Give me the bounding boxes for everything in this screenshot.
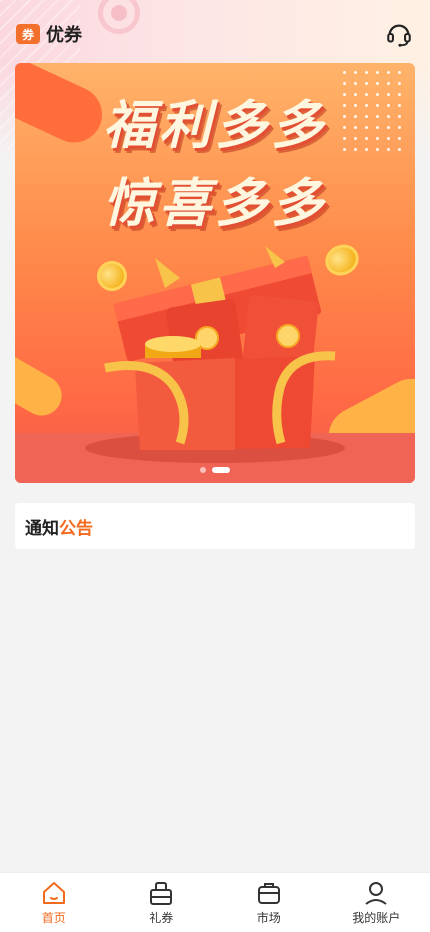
tab-coupons-label: 礼券: [149, 911, 174, 925]
user-icon: [365, 882, 387, 905]
notice-bar[interactable]: 通知 公告: [15, 503, 415, 549]
banner-pagination: [0, 467, 430, 473]
banner-headline-2: 惊喜多多: [102, 174, 327, 234]
tab-market-label: 市场: [256, 911, 281, 925]
brand: 券 优券: [16, 21, 82, 47]
promo-banner[interactable]: 福利多多 惊喜多多: [15, 63, 415, 483]
tab-account[interactable]: 我的账户: [323, 873, 430, 932]
pagination-dot-active[interactable]: [212, 467, 230, 473]
tab-account-label: 我的账户: [352, 911, 401, 925]
tab-coupons[interactable]: 礼券: [108, 873, 216, 932]
brand-logo-icon: 券: [16, 24, 40, 44]
banner-headline-1: 福利多多: [102, 96, 327, 156]
headset-icon: [387, 24, 411, 47]
gift-box-illustration: [104, 246, 336, 450]
tab-home[interactable]: 首页: [0, 873, 108, 932]
app-header: 券 优券: [0, 14, 430, 54]
pagination-dot[interactable]: [200, 467, 206, 473]
home-icon: [42, 882, 65, 904]
market-box-icon: [257, 883, 280, 904]
notice-label-1: 通知: [25, 518, 59, 539]
tab-home-label: 首页: [41, 911, 66, 925]
notice-label-2: 公告: [59, 518, 93, 539]
bottom-tab-bar: 首页 礼券 市场 我的账户: [0, 872, 430, 932]
banner-band-decoration: [15, 343, 69, 423]
app-name: 优券: [46, 25, 82, 46]
tab-market[interactable]: 市场: [215, 873, 323, 932]
gift-bag-icon: [150, 882, 173, 905]
customer-service-button[interactable]: [384, 19, 414, 49]
